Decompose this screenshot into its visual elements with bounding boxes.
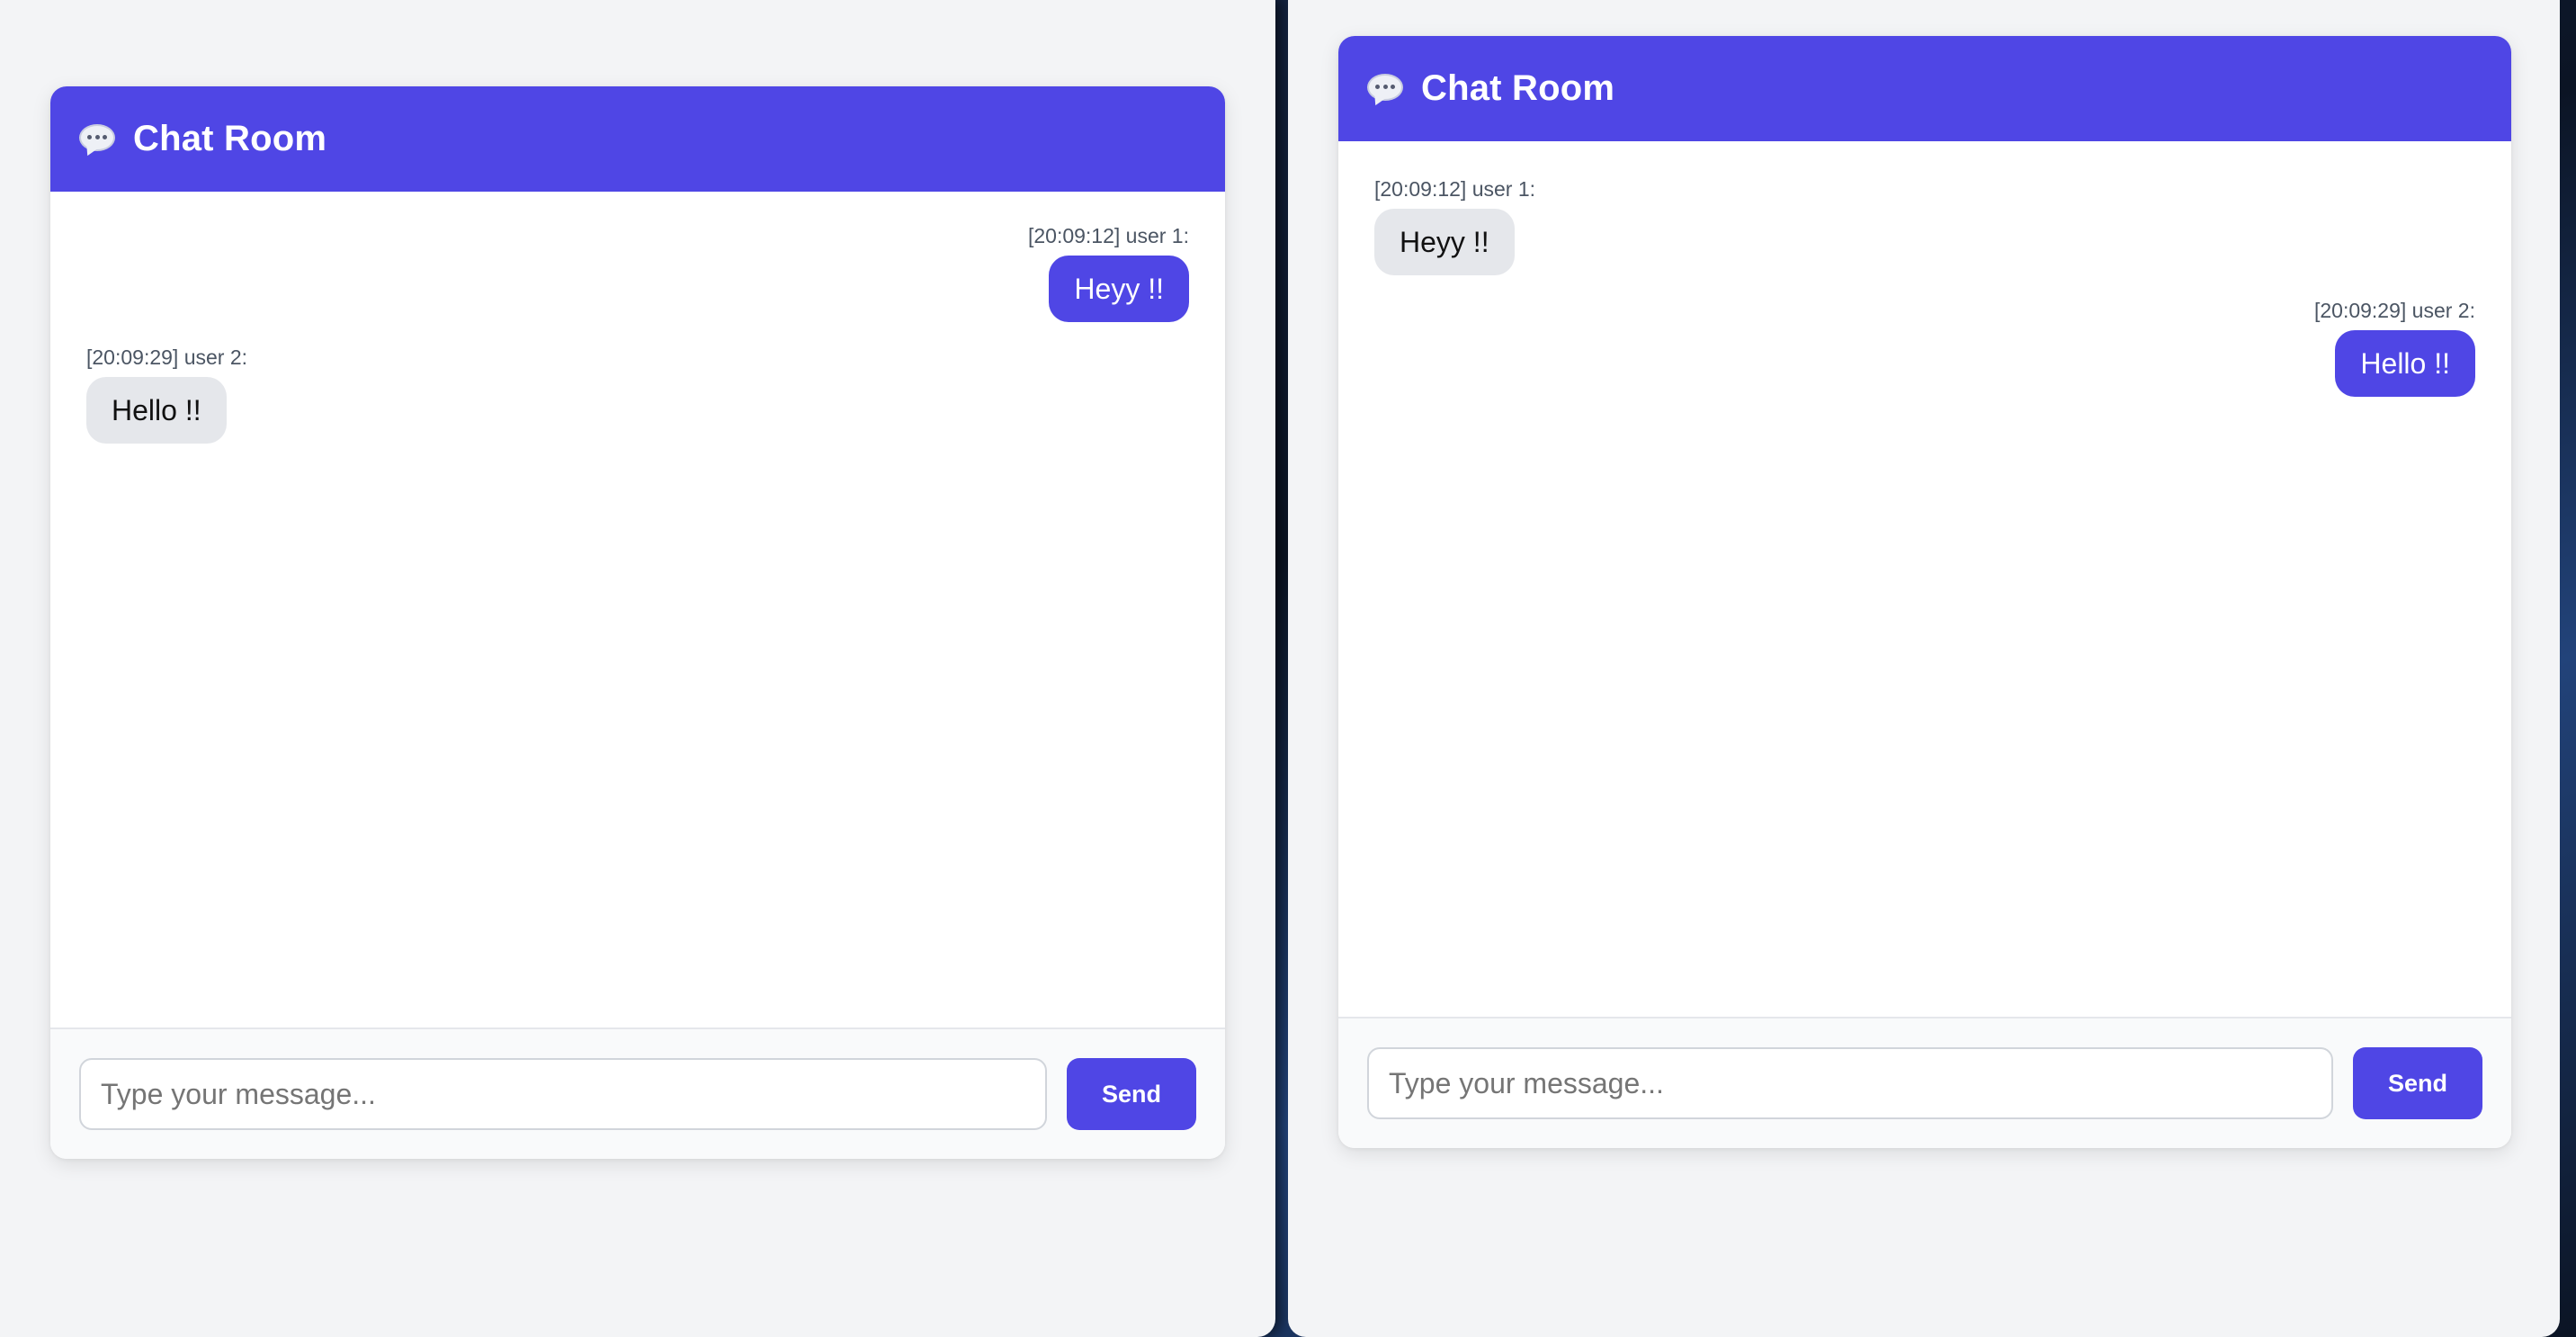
message-bubble: Hello !! [86, 377, 227, 444]
message-time: [20:09:12] [1374, 177, 1467, 201]
message-meta: [20:09:12] user 1: [1374, 177, 1535, 201]
message-list: [20:09:12] user 1: Heyy !! [20:09:29] us… [50, 192, 1225, 1027]
message-time: [20:09:29] [2313, 299, 2407, 322]
message-item: [20:09:29] user 2: Hello !! [86, 345, 1189, 444]
message-sender: user 1: [1471, 177, 1536, 201]
message-time: [20:09:12] [1027, 224, 1121, 247]
send-button[interactable]: Send [1067, 1058, 1196, 1130]
browser-window-user-1: Chat Room [20:09:12] user 1: Heyy !! [20… [0, 0, 1275, 1337]
message-input-bar: Send [1338, 1017, 2511, 1148]
browser-window-user-2: Chat Room [20:09:12] user 1: Heyy !! [20… [1288, 0, 2560, 1337]
chat-header: Chat Room [50, 86, 1225, 192]
speech-bubble-icon [79, 123, 115, 158]
message-sender: user 2: [2411, 299, 2475, 322]
chat-title: Chat Room [1421, 68, 1615, 108]
message-item: [20:09:12] user 1: Heyy !! [86, 224, 1189, 322]
message-list: [20:09:12] user 1: Heyy !! [20:09:29] us… [1338, 141, 2511, 1017]
message-bubble: Heyy !! [1374, 209, 1515, 275]
message-bubble: Heyy !! [1049, 256, 1189, 322]
message-time: [20:09:29] [86, 345, 179, 369]
message-sender: user 2: [183, 345, 248, 369]
message-sender: user 1: [1125, 224, 1189, 247]
message-item: [20:09:12] user 1: Heyy !! [1374, 177, 2475, 275]
message-meta: [20:09:29] user 2: [86, 345, 247, 369]
message-item: [20:09:29] user 2: Hello !! [1374, 299, 2475, 397]
chat-title: Chat Room [133, 119, 327, 158]
speech-bubble-icon [1367, 73, 1403, 108]
message-meta: [20:09:12] user 1: [1028, 224, 1189, 247]
chat-container: Chat Room [20:09:12] user 1: Heyy !! [20… [50, 86, 1225, 1159]
message-meta: [20:09:29] user 2: [2314, 299, 2475, 322]
message-input[interactable] [1367, 1047, 2333, 1119]
chat-header: Chat Room [1338, 36, 2511, 141]
send-button[interactable]: Send [2353, 1047, 2482, 1119]
message-input[interactable] [79, 1058, 1047, 1130]
message-input-bar: Send [50, 1027, 1225, 1159]
chat-container: Chat Room [20:09:12] user 1: Heyy !! [20… [1338, 36, 2511, 1148]
message-bubble: Hello !! [2335, 330, 2475, 397]
